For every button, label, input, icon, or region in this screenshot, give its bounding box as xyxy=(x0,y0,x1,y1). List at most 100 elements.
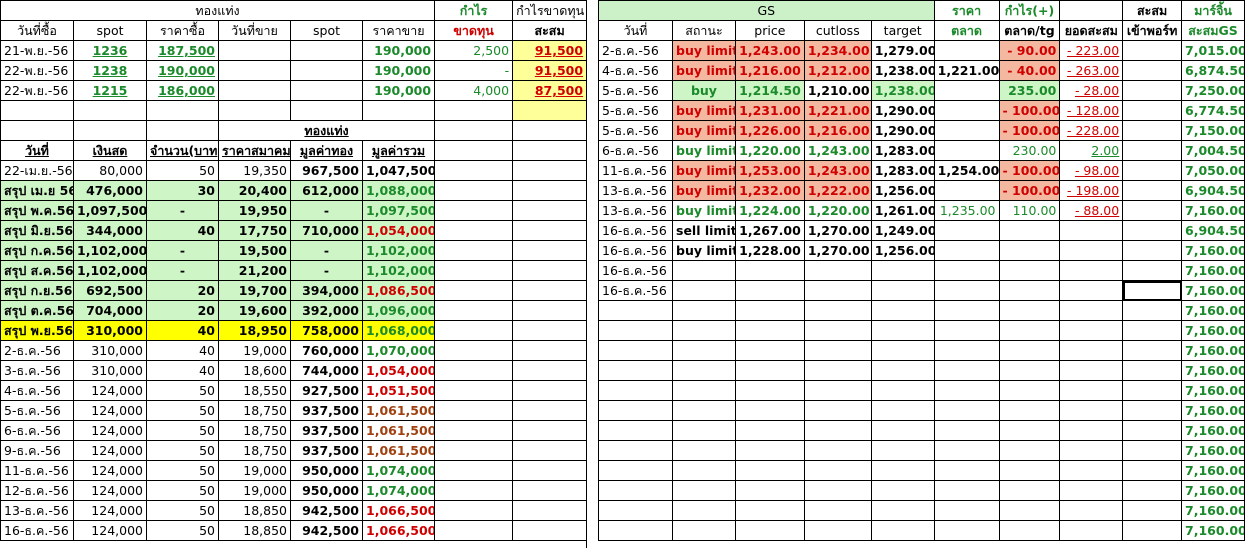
row-cash[interactable]: 692,500 xyxy=(73,280,147,301)
header-col[interactable]: สะสม xyxy=(512,20,588,41)
row-date[interactable]: 13-ธ.ค.-56 xyxy=(0,500,74,521)
gs-status[interactable]: buy limit xyxy=(672,120,736,141)
gs-cutloss[interactable]: 1,270.00 xyxy=(803,240,872,261)
row-total[interactable]: 1,074,000 xyxy=(361,480,436,501)
gs-margin-cum[interactable]: 7,160.00 xyxy=(1181,480,1245,501)
header-profit-loss[interactable]: กำไรขาดทุน xyxy=(512,0,588,21)
gs-status[interactable]: buy limit xyxy=(672,180,736,201)
row-cash[interactable]: 310,000 xyxy=(73,320,147,341)
gs-price[interactable]: 1,231.00 xyxy=(734,100,805,121)
gs-market[interactable] xyxy=(933,120,1000,141)
row-qty[interactable]: 50 xyxy=(146,380,219,401)
empty-cell[interactable] xyxy=(434,300,514,321)
row-qty[interactable]: 40 xyxy=(146,220,219,241)
empty-cell[interactable] xyxy=(0,100,74,121)
gs-cum[interactable] xyxy=(1059,500,1124,521)
trade-spot[interactable]: 1238 xyxy=(73,60,147,81)
header-col[interactable]: มูลค่าทอง xyxy=(290,140,363,161)
trade-sell-price[interactable]: 190,000 xyxy=(361,40,436,61)
row-total[interactable]: 1,061,500 xyxy=(361,400,436,421)
header-col[interactable]: สะสมGS xyxy=(1181,20,1245,41)
row-cash[interactable]: 476,000 xyxy=(73,180,147,201)
row-gold-value[interactable]: 927,500 xyxy=(290,380,363,401)
gs-date[interactable] xyxy=(597,360,674,381)
gs-status[interactable]: buy limit xyxy=(672,40,736,61)
gs-target[interactable] xyxy=(870,400,935,421)
row-price[interactable]: 18,950 xyxy=(218,320,291,341)
row-date[interactable]: สรุป ส.ค.56 xyxy=(0,260,74,281)
gs-cum[interactable] xyxy=(1059,440,1124,461)
row-date[interactable]: สรุป ก.ค.56 xyxy=(0,240,74,261)
gs-profit-tg[interactable] xyxy=(998,500,1061,521)
trade-buy-price[interactable]: 187,500 xyxy=(146,40,219,61)
gs-status[interactable] xyxy=(672,260,736,281)
gs-date[interactable]: 16-ธ.ค.-56 xyxy=(597,280,674,301)
gs-port[interactable] xyxy=(1122,420,1183,441)
gs-port[interactable] xyxy=(1122,260,1183,281)
gs-cutloss[interactable]: 1,234.00 xyxy=(803,40,872,61)
header-col[interactable]: ราคาซื้อ xyxy=(146,20,219,41)
trade-spot2[interactable] xyxy=(290,80,363,101)
gs-target[interactable]: 1,261.00 xyxy=(870,200,935,221)
gs-cutloss[interactable]: 1,243.00 xyxy=(803,160,872,181)
gs-target[interactable]: 1,283.00 xyxy=(870,160,935,181)
row-cash[interactable]: 124,000 xyxy=(73,400,147,421)
row-price[interactable]: 19,000 xyxy=(218,480,291,501)
gs-cum[interactable] xyxy=(1059,360,1124,381)
empty-cell[interactable] xyxy=(512,360,588,381)
empty-cell[interactable] xyxy=(512,340,588,361)
row-price[interactable]: 19,000 xyxy=(218,460,291,481)
spreadsheet[interactable]: ทองแท่ง กำไร กำไรขาดทุน วันที่ซื้อ spot ราคาซ… xyxy=(0,0,1245,548)
gs-cutloss[interactable]: 1,243.00 xyxy=(803,140,872,161)
gs-target[interactable]: 1,256.00 xyxy=(870,180,935,201)
gs-market[interactable] xyxy=(933,320,1000,341)
trade-cum[interactable]: 87,500 xyxy=(512,80,588,101)
gs-price[interactable] xyxy=(734,320,805,341)
trade-pl[interactable]: 2,500 xyxy=(434,40,514,61)
row-cash[interactable]: 124,000 xyxy=(73,440,147,461)
row-qty[interactable]: 50 xyxy=(146,480,219,501)
gs-cum[interactable]: - 263.00 xyxy=(1059,60,1124,81)
empty-cell[interactable] xyxy=(434,460,514,481)
row-price[interactable]: 19,000 xyxy=(218,340,291,361)
row-cash[interactable]: 310,000 xyxy=(73,360,147,381)
gs-margin-cum[interactable]: 6,904.50 xyxy=(1181,180,1245,201)
header-gold-group[interactable]: ทองแท่ง xyxy=(0,0,436,21)
gs-margin-cum[interactable]: 7,160.00 xyxy=(1181,440,1245,461)
row-price[interactable]: 18,750 xyxy=(218,440,291,461)
row-date[interactable]: สรุป พ.ย.56 xyxy=(0,320,74,341)
gs-margin-cum[interactable]: 7,160.00 xyxy=(1181,460,1245,481)
gs-target[interactable] xyxy=(870,520,935,541)
row-gold-value[interactable]: 937,500 xyxy=(290,440,363,461)
row-total[interactable]: 1,054,000 xyxy=(361,220,436,241)
gs-profit-tg[interactable] xyxy=(998,360,1061,381)
gs-market[interactable] xyxy=(933,520,1000,541)
gs-date[interactable]: 13-ธ.ค.-56 xyxy=(597,180,674,201)
gs-date[interactable]: 5-ธ.ค.-56 xyxy=(597,100,674,121)
row-qty[interactable]: 50 xyxy=(146,400,219,421)
gs-profit-tg[interactable] xyxy=(998,380,1061,401)
gs-port[interactable] xyxy=(1122,320,1183,341)
gs-margin-cum[interactable]: 6,774.50 xyxy=(1181,100,1245,121)
gs-market[interactable] xyxy=(933,80,1000,101)
gs-market[interactable] xyxy=(933,440,1000,461)
gs-port[interactable] xyxy=(1122,220,1183,241)
gs-cutloss[interactable] xyxy=(803,300,872,321)
trade-sell-date[interactable] xyxy=(218,40,291,61)
empty-cell[interactable] xyxy=(434,340,514,361)
gs-cutloss[interactable]: 1,270.00 xyxy=(803,220,872,241)
row-date[interactable]: สรุป มิ.ย.56 xyxy=(0,220,74,241)
empty-cell[interactable] xyxy=(512,220,588,241)
row-gold-value[interactable]: 394,000 xyxy=(290,280,363,301)
row-qty[interactable]: 30 xyxy=(146,180,219,201)
row-price[interactable]: 18,850 xyxy=(218,520,291,541)
gs-market[interactable] xyxy=(933,140,1000,161)
row-cash[interactable]: 80,000 xyxy=(73,160,147,181)
row-cash[interactable]: 124,000 xyxy=(73,380,147,401)
gs-profit-tg[interactable] xyxy=(998,220,1061,241)
row-price[interactable]: 19,500 xyxy=(218,240,291,261)
gs-target[interactable] xyxy=(870,340,935,361)
gs-cutloss[interactable] xyxy=(803,500,872,521)
trade-sell-price[interactable]: 190,000 xyxy=(361,60,436,81)
empty-cell[interactable] xyxy=(512,520,588,541)
